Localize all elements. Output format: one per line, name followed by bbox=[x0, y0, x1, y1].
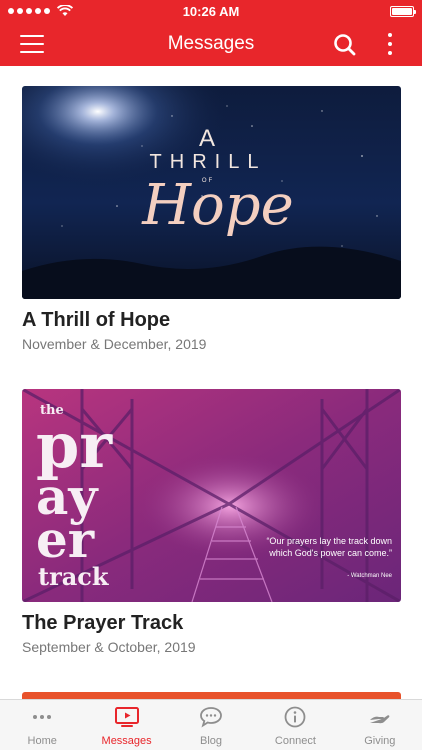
search-button[interactable] bbox=[332, 32, 358, 58]
art-text-thrill: THRILL bbox=[150, 151, 267, 173]
tab-label: Messages bbox=[101, 735, 152, 747]
tab-label: Home bbox=[27, 735, 57, 747]
tab-messages[interactable]: Messages bbox=[84, 700, 168, 750]
tab-label: Giving bbox=[364, 735, 396, 747]
message-card[interactable]: the pr ay er track “Our prayers lay the … bbox=[22, 389, 401, 655]
info-circle-icon bbox=[282, 704, 308, 730]
wifi-icon bbox=[57, 5, 73, 16]
tab-connect[interactable]: Connect bbox=[253, 700, 337, 750]
ellipsis-icon bbox=[29, 704, 55, 730]
tab-home[interactable]: Home bbox=[0, 700, 84, 750]
status-bar: 10:26 AM bbox=[0, 0, 422, 22]
prayer-track-artwork: the pr ay er track “Our prayers lay the … bbox=[22, 389, 401, 602]
tab-label: Connect bbox=[274, 735, 316, 747]
search-icon bbox=[334, 34, 356, 56]
page-title: Messages bbox=[167, 33, 255, 54]
message-title: The Prayer Track bbox=[22, 612, 184, 634]
message-date: November & December, 2019 bbox=[22, 336, 207, 352]
signal-strength-icon bbox=[8, 5, 73, 17]
tab-blog[interactable]: Blog bbox=[169, 700, 253, 750]
app-bar: Messages bbox=[0, 22, 422, 66]
thrill-of-hope-artwork: A THRILL OF Hope bbox=[22, 86, 401, 299]
tab-label: Blog bbox=[200, 735, 223, 747]
art-text-er: er bbox=[36, 510, 95, 569]
message-date: September & October, 2019 bbox=[22, 639, 196, 655]
chat-bubble-icon bbox=[198, 704, 224, 730]
more-vertical-icon bbox=[388, 33, 392, 37]
art-quote: “Our prayers lay the track down which Go… bbox=[266, 536, 392, 558]
art-text-a: A bbox=[199, 125, 217, 152]
messages-list[interactable]: A THRILL OF Hope A Thrill of Hope Novemb… bbox=[0, 66, 422, 699]
art-text-hope: Hope bbox=[141, 173, 294, 238]
more-options-button[interactable] bbox=[380, 30, 400, 58]
giving-hand-icon bbox=[367, 704, 393, 730]
tab-bar: Home Messages Blog Connect Giving bbox=[0, 699, 422, 750]
art-quote-author: - Watchman Nee bbox=[347, 573, 392, 579]
tab-giving[interactable]: Giving bbox=[338, 700, 422, 750]
art-text-track: track bbox=[38, 562, 110, 591]
message-card[interactable]: A THRILL OF Hope A Thrill of Hope Novemb… bbox=[22, 86, 401, 352]
message-title: A Thrill of Hope bbox=[22, 309, 171, 331]
tv-play-icon bbox=[114, 704, 140, 730]
battery-icon bbox=[390, 5, 416, 17]
message-card-partial[interactable] bbox=[22, 692, 401, 699]
